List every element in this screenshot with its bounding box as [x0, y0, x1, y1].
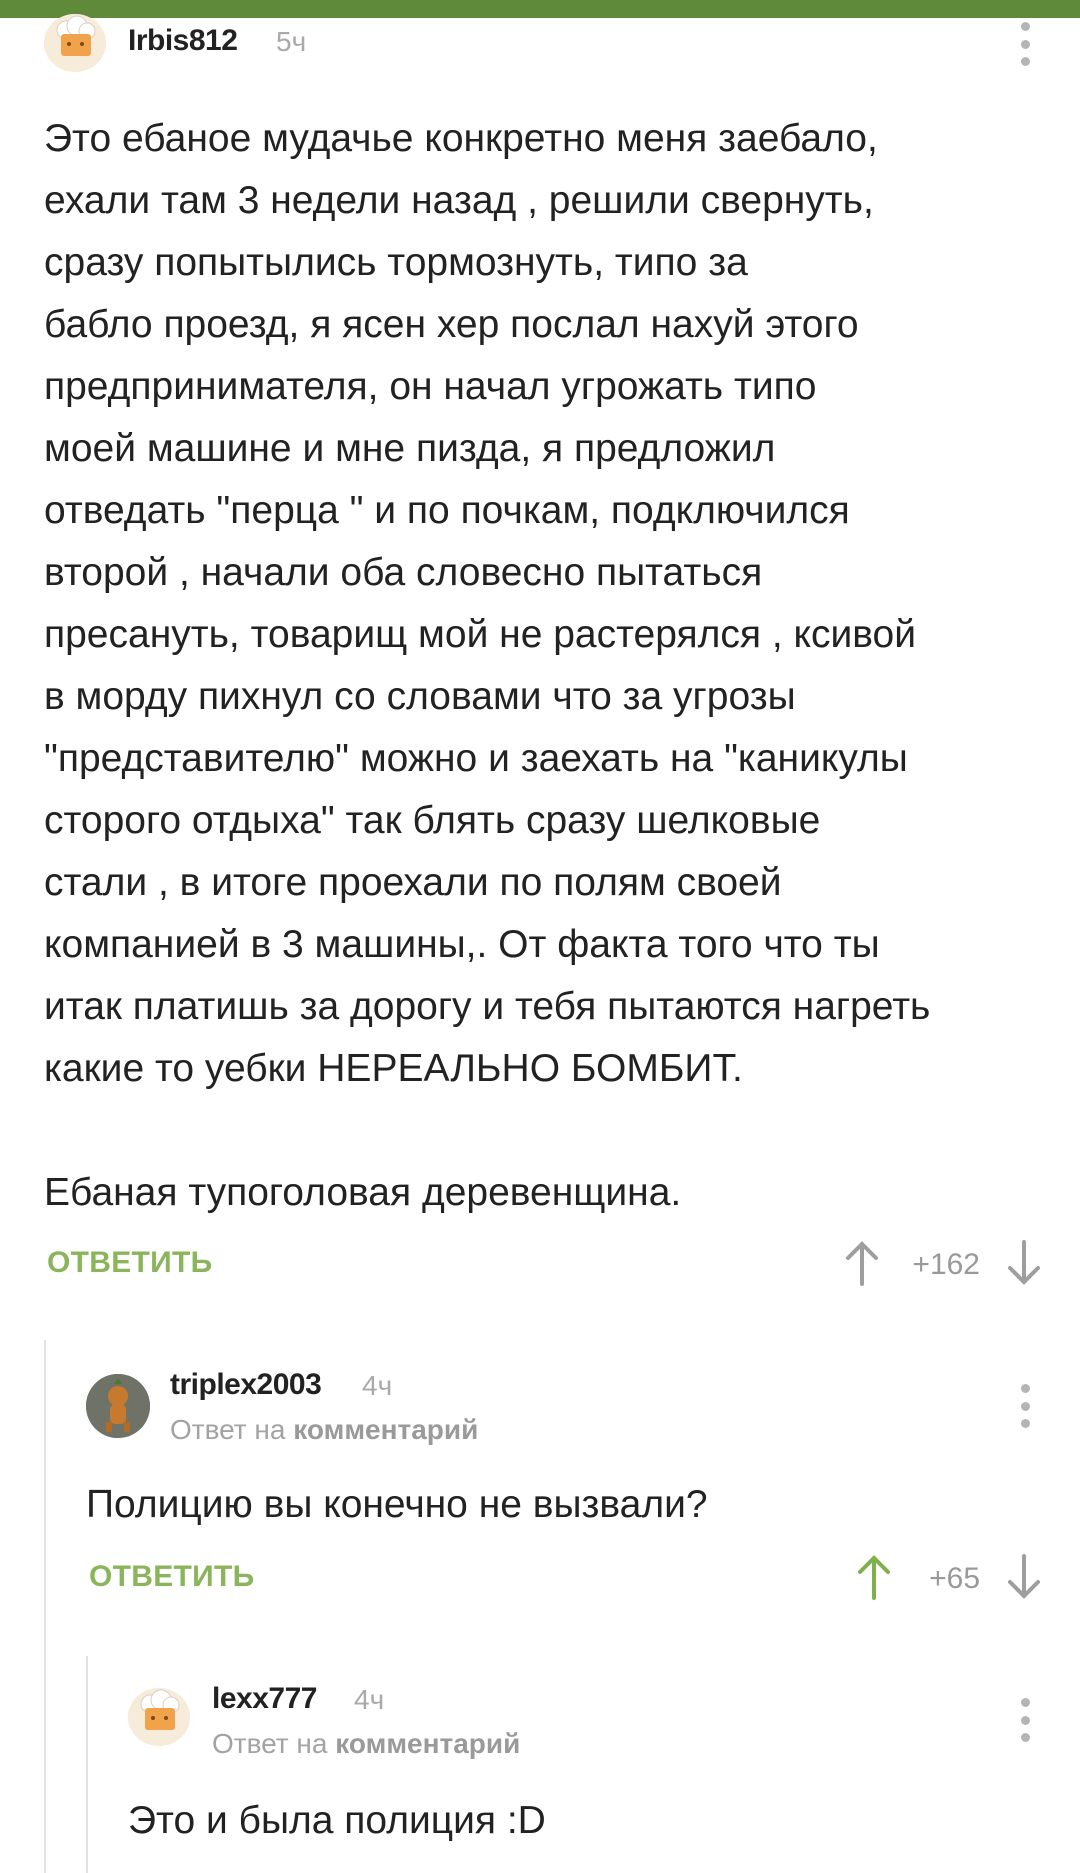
rating-value: +65	[929, 1562, 980, 1595]
reply-to-link[interactable]: комментарий	[335, 1728, 520, 1759]
comment-text: Это ебаное мудачье конкретно меня заебал…	[44, 117, 931, 1090]
comment-text: Полицию вы конечно не вызвали?	[86, 1483, 708, 1526]
chef-hat-avatar-icon	[44, 14, 106, 72]
comment-time: 4ч	[354, 1684, 385, 1715]
rating-value: +162	[912, 1248, 980, 1281]
comment-text: Это и была полиция :D	[128, 1799, 546, 1842]
thread-line	[86, 1656, 88, 1873]
reply-button[interactable]: ОТВЕТИТЬ	[89, 1560, 255, 1594]
avatar[interactable]	[44, 14, 106, 72]
reply-button[interactable]: ОТВЕТИТЬ	[47, 1246, 213, 1280]
username[interactable]: Irbis812	[128, 24, 238, 58]
thread-line	[44, 1340, 46, 1873]
reply-to-prefix: Ответ на	[170, 1414, 286, 1445]
reply-to-prefix: Ответ на	[212, 1728, 328, 1759]
arrow-down-icon[interactable]	[1006, 1554, 1042, 1600]
avatar[interactable]	[128, 1688, 190, 1746]
reply-to-label: Ответ на комментарий	[170, 1414, 478, 1446]
comment-menu-button[interactable]	[1019, 22, 1031, 66]
top-status-bar	[0, 0, 1080, 18]
username[interactable]: lexx777	[212, 1682, 317, 1716]
chef-hat-avatar-icon	[128, 1688, 190, 1746]
arrow-up-icon[interactable]	[844, 1240, 880, 1286]
comment-time: 4ч	[362, 1370, 393, 1401]
comment-menu-button[interactable]	[1019, 1698, 1031, 1742]
username[interactable]: triplex2003	[170, 1368, 322, 1402]
comment-text: Ебаная тупоголовая деревенщина.	[44, 1171, 682, 1214]
reply-to-label: Ответ на комментарий	[212, 1728, 520, 1760]
reply-to-link[interactable]: комментарий	[293, 1414, 478, 1445]
avatar[interactable]	[86, 1374, 150, 1438]
figure-avatar-icon	[86, 1374, 150, 1438]
comment-menu-button[interactable]	[1019, 1384, 1031, 1428]
arrow-up-icon[interactable]	[856, 1554, 892, 1600]
arrow-down-icon[interactable]	[1006, 1240, 1042, 1286]
comment-time: 5ч	[276, 26, 307, 57]
